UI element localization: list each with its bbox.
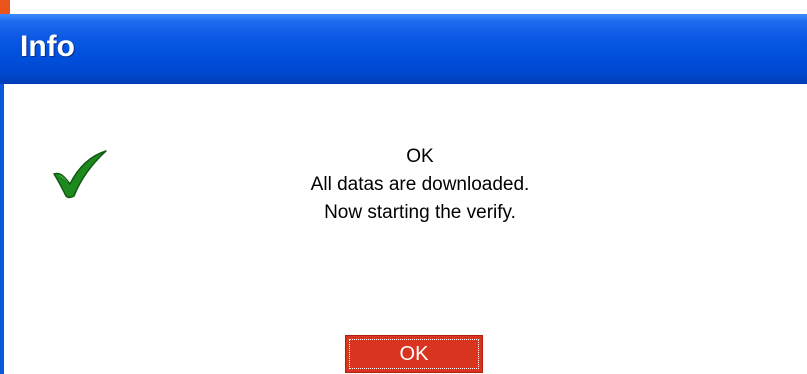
title-bar[interactable]: Info	[0, 14, 807, 84]
message-line: Now starting the verify.	[324, 202, 516, 223]
dialog-body	[4, 84, 807, 374]
checkmark-icon	[53, 150, 107, 199]
window-title: Info	[20, 30, 75, 63]
message-line: OK	[406, 146, 434, 167]
top-edge-strip	[0, 0, 807, 14]
ok-button-label: OK	[399, 342, 429, 365]
message-text: OK All datas are downloaded. Now startin…	[220, 143, 620, 227]
ok-button[interactable]: OK	[345, 335, 483, 373]
background-fragment	[0, 0, 10, 14]
message-line: All datas are downloaded.	[310, 174, 530, 195]
